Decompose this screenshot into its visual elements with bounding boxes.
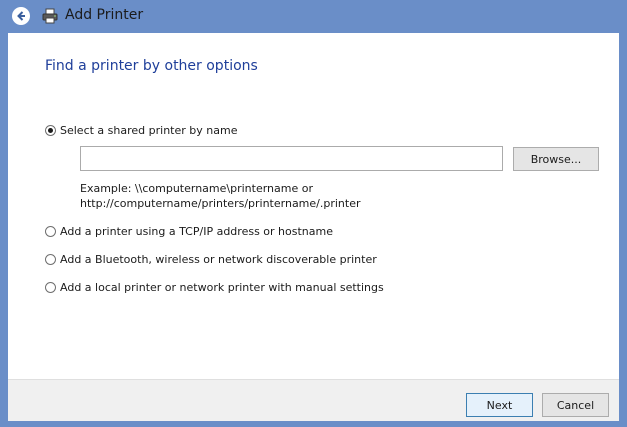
browse-button[interactable]: Browse... (513, 147, 599, 171)
option-tcpip[interactable]: Add a printer using a TCP/IP address or … (45, 225, 333, 238)
next-button[interactable]: Next (466, 393, 533, 417)
radio-tcpip[interactable] (45, 226, 56, 237)
radio-shared-printer[interactable] (45, 125, 56, 136)
option-shared-printer[interactable]: Select a shared printer by name (45, 124, 237, 137)
option-bluetooth-wireless[interactable]: Add a Bluetooth, wireless or network dis… (45, 253, 377, 266)
wizard-footer: Next Cancel (8, 379, 619, 421)
option-shared-printer-label: Select a shared printer by name (60, 124, 238, 137)
option-local-printer[interactable]: Add a local printer or network printer w… (45, 281, 384, 294)
back-arrow-icon (17, 11, 25, 21)
shared-printer-name-input[interactable] (80, 146, 503, 171)
cancel-button[interactable]: Cancel (542, 393, 609, 417)
example-line-1: Example: \\computername\printername or (80, 182, 313, 195)
example-line-2: http://computername/printers/printername… (80, 197, 361, 210)
option-local-printer-label: Add a local printer or network printer w… (60, 281, 384, 294)
title-bar: Add Printer (0, 0, 627, 33)
window-title: Add Printer (65, 7, 144, 23)
radio-bluetooth-wireless[interactable] (45, 254, 56, 265)
back-button[interactable] (12, 7, 30, 25)
wizard-content: Find a printer by other options Select a… (8, 33, 619, 379)
option-bluetooth-wireless-label: Add a Bluetooth, wireless or network dis… (60, 253, 377, 266)
example-text: Example: \\computername\printername or h… (80, 181, 361, 211)
option-tcpip-label: Add a printer using a TCP/IP address or … (60, 225, 333, 238)
add-printer-window: Add Printer Find a printer by other opti… (0, 0, 627, 427)
page-heading: Find a printer by other options (45, 58, 258, 74)
radio-local-printer[interactable] (45, 282, 56, 293)
printer-icon (42, 8, 58, 24)
